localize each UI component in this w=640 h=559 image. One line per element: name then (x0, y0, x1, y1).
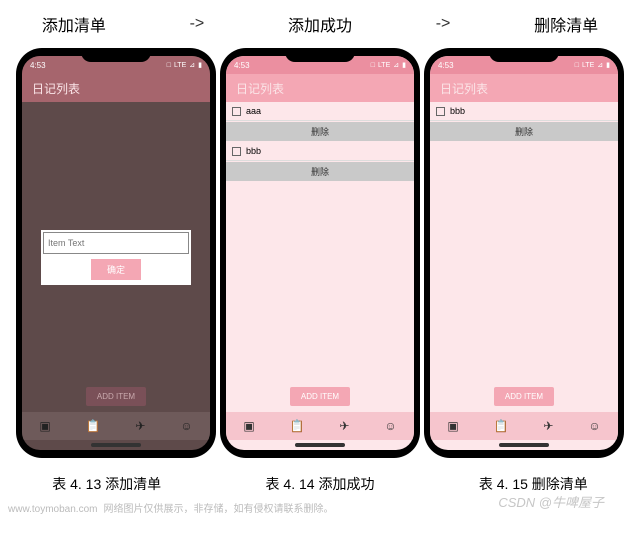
phone-screen: 4:53 □ LTE ⊿ ▮ 日记列表 bbb 删除 (430, 56, 618, 450)
phone-mockup-3: 4:53 □ LTE ⊿ ▮ 日记列表 bbb 删除 (424, 48, 624, 458)
lte-label: LTE (174, 62, 186, 69)
phone-notch (81, 48, 151, 62)
header-label-2: 添加成功 (288, 12, 352, 36)
add-item-modal: 确定 (41, 230, 191, 285)
caption-3: 表 4. 15 删除清单 (479, 474, 588, 494)
sim-icon: □ (371, 62, 375, 69)
header-label-1: 添加清单 (42, 12, 106, 36)
nav-home-icon[interactable]: ▣ (39, 419, 50, 433)
phones-row: 4:53 □ LTE ⊿ ▮ 日记列表 确定 ADD ITEM (0, 48, 640, 458)
phone-mockup-1: 4:53 □ LTE ⊿ ▮ 日记列表 确定 ADD ITEM (16, 48, 216, 458)
bottom-nav: ▣ 📋 ✈ ☺ (430, 412, 618, 440)
nav-home-icon[interactable]: ▣ (243, 419, 254, 433)
bottom-nav: ▣ 📋 ✈ ☺ (226, 412, 414, 440)
content-area: 确定 ADD ITEM (22, 102, 210, 412)
checkbox-icon[interactable] (436, 107, 445, 116)
caption-1: 表 4. 13 添加清单 (52, 474, 161, 494)
modal-overlay: 确定 (22, 102, 210, 412)
arrow-icon: -> (190, 15, 205, 33)
status-right: □ LTE ⊿ ▮ (167, 61, 202, 69)
nav-send-icon[interactable]: ✈ (339, 419, 349, 433)
signal-icon: ⊿ (189, 61, 195, 69)
nav-send-icon[interactable]: ✈ (543, 419, 553, 433)
phone-screen: 4:53 □ LTE ⊿ ▮ 日记列表 aaa 删除 (226, 56, 414, 450)
delete-button[interactable]: 删除 (430, 122, 618, 141)
header-label-3: 删除清单 (534, 12, 598, 36)
lte-label: LTE (378, 62, 390, 69)
arrow-icon: -> (436, 15, 451, 33)
item-row[interactable]: bbb (430, 102, 618, 121)
nav-list-icon[interactable]: 📋 (290, 419, 305, 433)
checkbox-icon[interactable] (232, 147, 241, 156)
confirm-button[interactable]: 确定 (91, 259, 141, 280)
nav-send-icon[interactable]: ✈ (135, 419, 145, 433)
lte-label: LTE (582, 62, 594, 69)
status-time: 4:53 (438, 61, 454, 70)
delete-button[interactable]: 删除 (226, 162, 414, 181)
list-item: aaa 删除 (226, 102, 414, 142)
sim-icon: □ (575, 62, 579, 69)
app-bar-title: 日记列表 (236, 80, 284, 97)
list-item: bbb 删除 (226, 142, 414, 182)
phone-notch (489, 48, 559, 62)
battery-icon: ▮ (198, 61, 202, 69)
signal-icon: ⊿ (597, 61, 603, 69)
item-text: bbb (246, 146, 261, 156)
nav-list-icon[interactable]: 📋 (86, 419, 101, 433)
home-indicator (91, 443, 141, 447)
item-text: aaa (246, 106, 261, 116)
phone-screen: 4:53 □ LTE ⊿ ▮ 日记列表 确定 ADD ITEM (22, 56, 210, 450)
app-bar-title: 日记列表 (32, 80, 80, 97)
add-item-button[interactable]: ADD ITEM (494, 387, 554, 406)
status-right: □ LTE ⊿ ▮ (371, 61, 406, 69)
status-right: □ LTE ⊿ ▮ (575, 61, 610, 69)
bottom-nav: ▣ 📋 ✈ ☺ (22, 412, 210, 440)
add-item-button[interactable]: ADD ITEM (290, 387, 350, 406)
item-text: bbb (450, 106, 465, 116)
item-row[interactable]: aaa (226, 102, 414, 121)
item-row[interactable]: bbb (226, 142, 414, 161)
battery-icon: ▮ (402, 61, 406, 69)
app-bar: 日记列表 (430, 74, 618, 102)
nav-list-icon[interactable]: 📋 (494, 419, 509, 433)
site-watermark: www.toymoban.com (8, 504, 97, 515)
app-bar: 日记列表 (22, 74, 210, 102)
csdn-watermark: CSDN @牛啤屋子 (498, 492, 604, 511)
content-area: aaa 删除 bbb 删除 ADD ITEM (226, 102, 414, 412)
nav-face-icon[interactable]: ☺ (384, 419, 396, 433)
checkbox-icon[interactable] (232, 107, 241, 116)
header-labels: 添加清单 -> 添加成功 -> 删除清单 (0, 0, 640, 48)
home-indicator (499, 443, 549, 447)
app-bar: 日记列表 (226, 74, 414, 102)
note-watermark: 网络图片仅供展示，非存储，如有侵权请联系删除。 (103, 500, 333, 515)
phone-notch (285, 48, 355, 62)
home-indicator (295, 443, 345, 447)
status-time: 4:53 (30, 61, 46, 70)
battery-icon: ▮ (606, 61, 610, 69)
sim-icon: □ (167, 62, 171, 69)
list-item: bbb 删除 (430, 102, 618, 142)
signal-icon: ⊿ (393, 61, 399, 69)
app-bar-title: 日记列表 (440, 80, 488, 97)
content-area: bbb 删除 ADD ITEM (430, 102, 618, 412)
nav-home-icon[interactable]: ▣ (447, 419, 458, 433)
delete-button[interactable]: 删除 (226, 122, 414, 141)
item-text-input[interactable] (43, 232, 189, 254)
caption-2: 表 4. 14 添加成功 (266, 474, 375, 494)
nav-face-icon[interactable]: ☺ (180, 419, 192, 433)
nav-face-icon[interactable]: ☺ (588, 419, 600, 433)
phone-mockup-2: 4:53 □ LTE ⊿ ▮ 日记列表 aaa 删除 (220, 48, 420, 458)
status-time: 4:53 (234, 61, 250, 70)
